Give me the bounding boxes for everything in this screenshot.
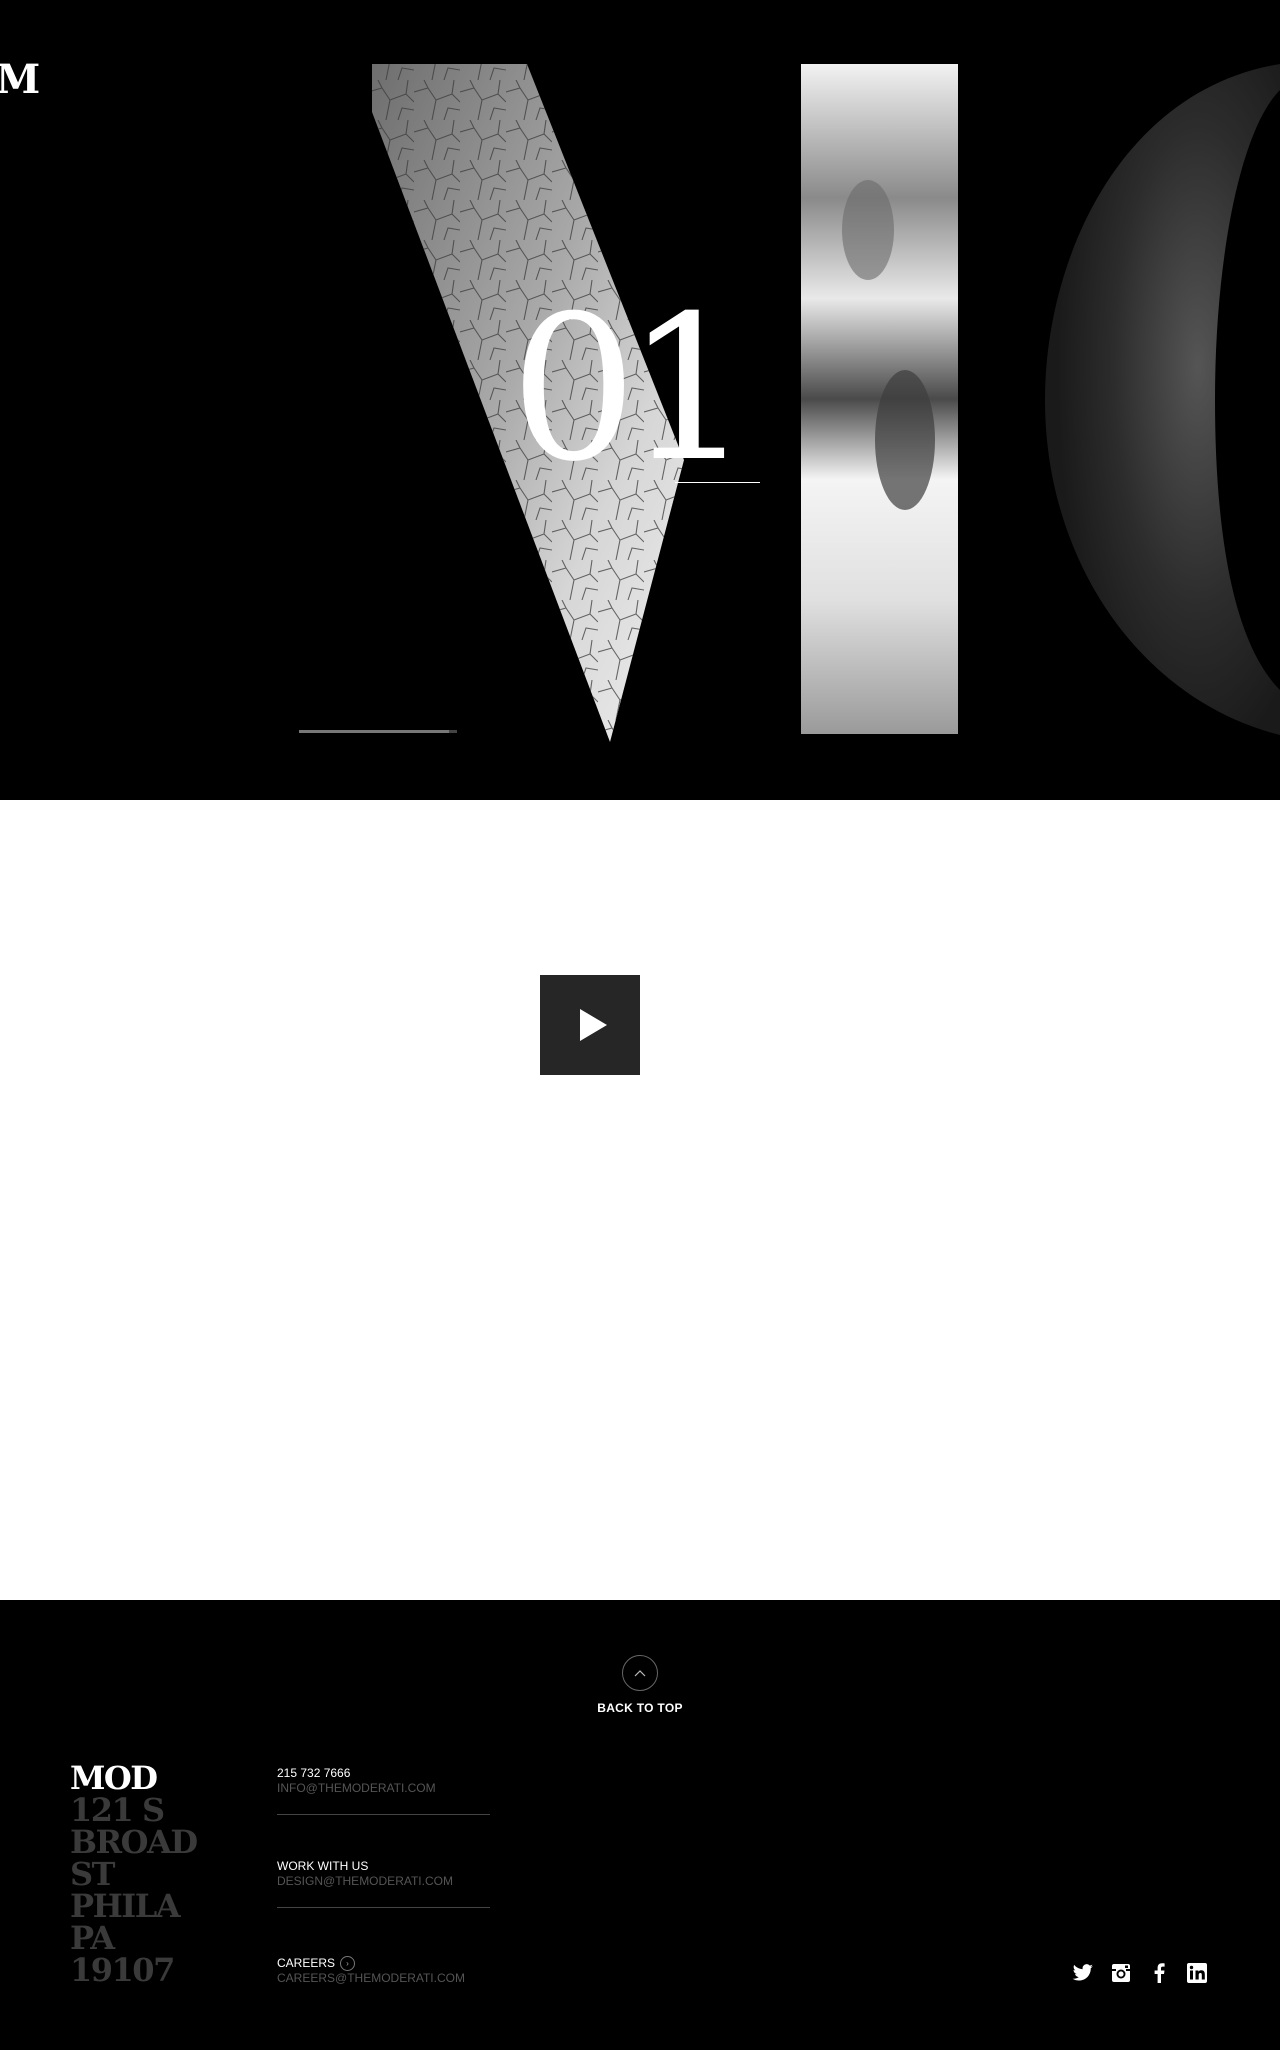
info-email-link[interactable]: INFO@THEMODERATI.COM: [277, 1781, 490, 1796]
play-button[interactable]: [540, 975, 640, 1075]
address-line: PA: [70, 1919, 115, 1957]
back-to-top-label: BACK TO TOP: [597, 1701, 683, 1715]
social-links: [1072, 1962, 1208, 1984]
careers-title: CAREERS ›: [277, 1956, 490, 1971]
i-letter-shape: [801, 64, 958, 734]
address-line: PHILA: [70, 1887, 181, 1925]
video-section: [0, 800, 1280, 1600]
play-icon: [579, 1009, 607, 1041]
phone-number[interactable]: 215 732 7666: [277, 1766, 490, 1781]
careers-label: CAREERS: [277, 1956, 336, 1970]
back-to-top-button[interactable]: BACK TO TOP: [580, 1655, 700, 1715]
twitter-icon[interactable]: [1072, 1962, 1094, 1984]
footer: BACK TO TOP MOD 121 S BROAD ST PHILA PA …: [0, 1600, 1280, 2050]
contact-phone: 215 732 7666 INFO@THEMODERATI.COM: [277, 1766, 490, 1815]
address-line: 19107: [70, 1951, 175, 1989]
address-line: BROAD: [70, 1823, 198, 1861]
footer-brand: MOD: [70, 1759, 158, 1797]
slide-number: 01: [510, 290, 760, 490]
slide-progress-fill: [299, 730, 450, 733]
instagram-icon[interactable]: [1110, 1962, 1132, 1984]
facebook-icon[interactable]: [1148, 1962, 1170, 1984]
divider: [277, 1907, 490, 1908]
divider: [277, 1814, 490, 1815]
contact-work: WORK WITH US DESIGN@THEMODERATI.COM: [277, 1859, 490, 1908]
slide-progress-bar: [299, 730, 457, 733]
chevron-up-icon: [622, 1655, 658, 1691]
chevron-right-icon[interactable]: ›: [340, 1956, 356, 1971]
work-with-us-title: WORK WITH US: [277, 1859, 369, 1873]
footer-address: MOD 121 S BROAD ST PHILA PA 19107: [70, 1759, 198, 1989]
linkedin-icon[interactable]: [1186, 1962, 1208, 1984]
address-line: 121 S: [70, 1791, 165, 1829]
address-line: ST: [70, 1855, 115, 1893]
hero-slider: M 01: [0, 0, 1280, 800]
contact-careers: CAREERS › CAREERS@THEMODERATI.COM: [277, 1956, 490, 1986]
site-logo[interactable]: M: [0, 56, 40, 103]
o-letter-shape: [1045, 64, 1280, 735]
careers-email-link[interactable]: CAREERS@THEMODERATI.COM: [277, 1971, 490, 1986]
design-email-link[interactable]: DESIGN@THEMODERATI.COM: [277, 1874, 490, 1889]
